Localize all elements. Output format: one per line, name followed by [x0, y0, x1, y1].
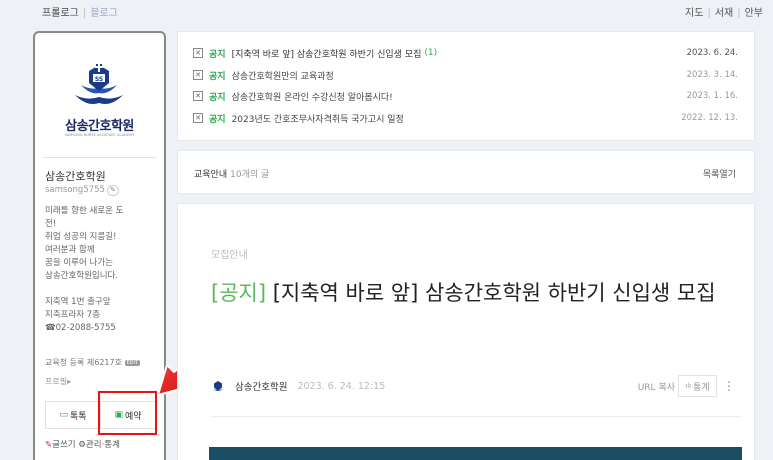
- blog-link[interactable]: 블로그: [90, 8, 118, 19]
- library-link[interactable]: 서재: [715, 8, 733, 19]
- academy-emblem-icon: SS: [75, 62, 123, 104]
- stats-button[interactable]: ılı 통계: [678, 375, 717, 397]
- blog-id: samsong5755 ✎: [45, 185, 119, 196]
- post-banner-image: [209, 447, 742, 460]
- post-time: 2023. 6. 24. 12:15: [297, 380, 386, 392]
- write-link[interactable]: 글쓰기: [52, 440, 75, 450]
- divider: [211, 416, 741, 417]
- divider: |: [707, 8, 711, 19]
- prologue-link[interactable]: 프롤로그: [42, 8, 79, 19]
- post-title-tag: [공지]: [211, 281, 267, 305]
- top-bar: 프롤로그 | 블로그 지도 | 서재 | 안부: [0, 0, 773, 22]
- notice-checkbox-icon: ✕: [193, 70, 203, 80]
- post-category[interactable]: 모집안내: [211, 246, 248, 261]
- notice-tag: 공지: [209, 92, 226, 103]
- svg-text:SS: SS: [95, 76, 103, 83]
- post-meta: 삼송간호학원 2023. 6. 24. 12:15 URL 복사 ılı 통계 ⋮: [211, 374, 741, 398]
- category-bar: 교육안내 10개의 글 목록열기: [177, 150, 755, 194]
- talk-label: 톡톡: [69, 411, 87, 422]
- author-avatar[interactable]: [211, 379, 225, 393]
- license-badge: EDIT: [124, 359, 141, 366]
- gear-icon: ⚙: [78, 440, 86, 450]
- notice-title[interactable]: 삼송간호학원 온라인 수강신청 알아봅시다!: [232, 90, 393, 103]
- comment-count[interactable]: (1): [424, 48, 437, 58]
- notice-row[interactable]: ✕ 공지 삼송간호학원만의 교육과정 2023. 3. 14.: [193, 67, 758, 83]
- blog-id-text: samsong5755: [45, 185, 105, 195]
- highlight-box: [98, 391, 157, 435]
- notice-checkbox-icon: ✕: [193, 91, 203, 101]
- notice-tag: 공지: [209, 49, 226, 60]
- notice-row[interactable]: ✕ 공지 2023년도 간호조무사자격취득 국가고시 일정 2022. 12. …: [193, 110, 758, 126]
- post-panel: 모집안내 [공지] [지축역 바로 앞] 삼송간호학원 하반기 신입생 모집 삼…: [177, 203, 755, 460]
- blog-intro: 미래를 향한 새로운 도 전! 취업 성공의 지름길! 여러분과 함께 꿈을 이…: [45, 206, 124, 333]
- notice-title[interactable]: 2023년도 간호조무사자격취득 국가고시 일정: [232, 112, 404, 125]
- license-info: 교육청 등록 제6217호 EDIT: [45, 357, 141, 368]
- notice-date: 2023. 3. 14.: [686, 70, 738, 80]
- top-nav-left: 프롤로그 | 블로그: [42, 4, 118, 19]
- notice-date: 2023. 6. 24.: [686, 48, 738, 58]
- top-nav-right: 지도 | 서재 | 안부: [685, 4, 763, 19]
- notice-date: 2023. 1. 16.: [686, 91, 738, 101]
- profile-link[interactable]: 프로필▸: [45, 376, 71, 387]
- notice-tag: 공지: [209, 114, 226, 125]
- category-label: 교육안내 10개의 글: [194, 167, 269, 180]
- logo-text: 삼송간호학원: [65, 119, 134, 134]
- notice-tag: 공지: [209, 71, 226, 82]
- notice-date: 2022. 12. 13.: [681, 113, 738, 123]
- divider: [43, 157, 156, 158]
- divider: |: [82, 8, 87, 19]
- chart-icon: ılı: [685, 382, 692, 390]
- talk-button[interactable]: ▭ 톡톡: [45, 401, 101, 429]
- blog-logo[interactable]: SS 삼송간호학원 SAMSONG NURSE ASSISTANT ACADEM…: [35, 33, 164, 153]
- profile-bottom-links: ✎글쓰기 ⚙관리·통계: [45, 438, 120, 450]
- admin-link[interactable]: 관리·통계: [86, 440, 120, 450]
- edit-pencil-icon[interactable]: ✎: [106, 185, 119, 196]
- notice-row[interactable]: ✕ 공지 삼송간호학원 온라인 수강신청 알아봅시다! 2023. 1. 16.: [193, 88, 758, 104]
- notice-row[interactable]: ✕ 공지 [지축역 바로 앞] 삼송간호학원 하반기 신입생 모집 (1) 20…: [193, 45, 758, 61]
- notice-panel: ✕ 공지 [지축역 바로 앞] 삼송간호학원 하반기 신입생 모집 (1) 20…: [177, 31, 755, 141]
- notice-title[interactable]: [지축역 바로 앞] 삼송간호학원 하반기 신입생 모집: [232, 47, 422, 60]
- stats-label: 통계: [693, 382, 710, 393]
- list-toggle-button[interactable]: 목록열기: [703, 167, 736, 180]
- post-title: [공지] [지축역 바로 앞] 삼송간호학원 하반기 신입생 모집: [211, 276, 741, 311]
- url-copy-button[interactable]: URL 복사: [638, 380, 675, 393]
- post-count: 10개의 글: [230, 170, 270, 180]
- notice-checkbox-icon: ✕: [193, 113, 203, 123]
- post-title-text: [지축역 바로 앞] 삼송간호학원 하반기 신입생 모집: [266, 281, 716, 305]
- blog-name[interactable]: 삼송간호학원: [45, 168, 106, 184]
- chat-bubble-icon: ▭: [59, 410, 68, 420]
- guestbook-link[interactable]: 안부: [745, 8, 763, 19]
- map-link[interactable]: 지도: [685, 8, 703, 19]
- notice-checkbox-icon: ✕: [193, 48, 203, 58]
- logo-subtitle: SAMSONG NURSE ASSISTANT ACADEMY: [64, 133, 135, 137]
- notice-title[interactable]: 삼송간호학원만의 교육과정: [232, 69, 334, 82]
- divider: |: [737, 8, 741, 19]
- license-text: 교육청 등록 제6217호: [45, 358, 122, 367]
- more-options-icon[interactable]: ⋮: [723, 379, 735, 393]
- category-name: 교육안내: [194, 170, 228, 180]
- author-name[interactable]: 삼송간호학원: [235, 379, 287, 393]
